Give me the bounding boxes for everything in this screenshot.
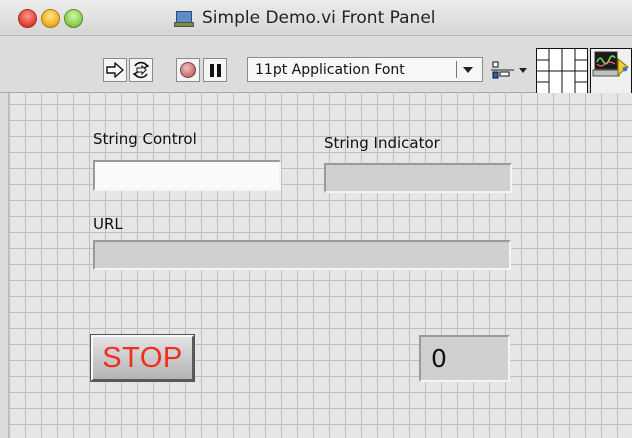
panel-left-rail bbox=[0, 93, 9, 438]
stop-button-label: STOP bbox=[102, 341, 183, 374]
pause-button[interactable] bbox=[203, 58, 227, 82]
string-control-input[interactable] bbox=[93, 160, 281, 191]
url-label: URL bbox=[93, 215, 123, 233]
vi-document-icon bbox=[174, 10, 194, 27]
vi-waveform-icon bbox=[592, 51, 629, 77]
string-indicator-label: String Indicator bbox=[324, 134, 440, 152]
dropdown-divider bbox=[456, 61, 457, 78]
numeric-indicator-value: 0 bbox=[431, 344, 447, 373]
font-setting-label: 11pt Application Font bbox=[255, 61, 405, 78]
abort-icon bbox=[180, 62, 196, 78]
connector-pane-grid-icon bbox=[537, 49, 587, 93]
align-objects-button[interactable] bbox=[488, 58, 534, 82]
toolbar: 11pt Application Font bbox=[0, 36, 632, 94]
window-title: Simple Demo.vi Front Panel bbox=[202, 8, 436, 28]
abort-button[interactable] bbox=[176, 58, 200, 82]
connector-pane[interactable] bbox=[536, 48, 588, 94]
chevron-down-icon bbox=[463, 66, 473, 73]
zoom-window-button[interactable] bbox=[64, 9, 83, 28]
align-objects-icon bbox=[491, 61, 514, 79]
run-continuously-button[interactable] bbox=[129, 58, 153, 82]
text-settings-dropdown[interactable]: 11pt Application Font bbox=[247, 57, 483, 82]
window-title-group: Simple Demo.vi Front Panel bbox=[174, 7, 436, 29]
numeric-indicator: 0 bbox=[419, 335, 510, 382]
chevron-down-icon bbox=[519, 67, 527, 73]
string-indicator-display bbox=[324, 163, 512, 193]
run-continuously-icon bbox=[132, 61, 150, 79]
run-arrow-icon bbox=[106, 62, 124, 78]
vi-icon[interactable] bbox=[590, 48, 632, 94]
title-bar: Simple Demo.vi Front Panel bbox=[0, 0, 632, 36]
minimize-window-button[interactable] bbox=[41, 9, 60, 28]
string-control-label: String Control bbox=[93, 130, 197, 148]
run-button[interactable] bbox=[103, 58, 127, 82]
pause-icon bbox=[209, 63, 221, 77]
url-display bbox=[93, 240, 511, 270]
close-window-button[interactable] bbox=[18, 9, 37, 28]
stop-button[interactable]: STOP bbox=[91, 335, 194, 381]
